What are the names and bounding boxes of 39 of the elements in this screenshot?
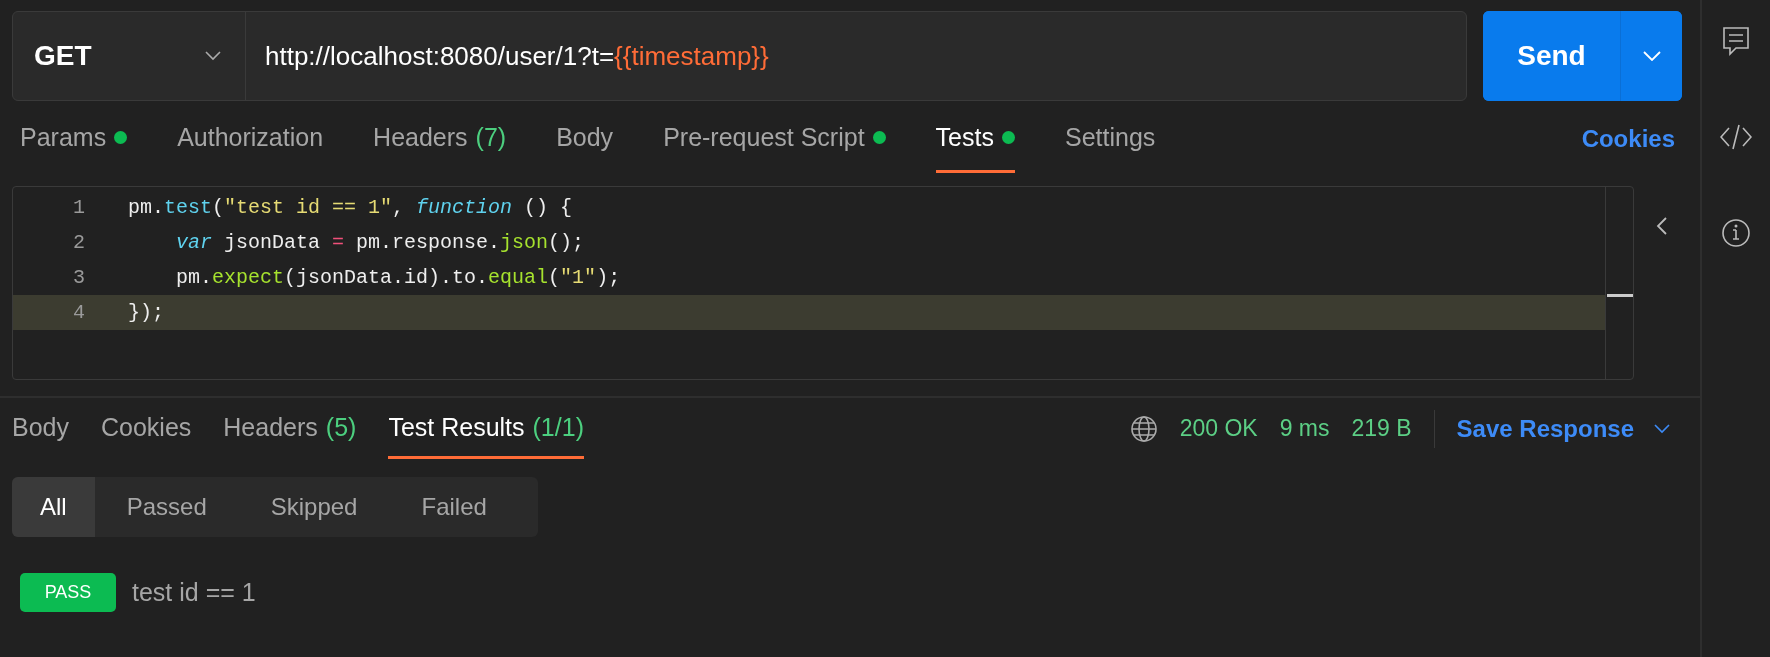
response-time[interactable]: 9 ms: [1279, 415, 1330, 442]
request-tab[interactable]: Headers (7): [373, 105, 507, 173]
request-tab[interactable]: Body: [556, 105, 614, 173]
filter-tab[interactable]: Failed: [389, 477, 519, 537]
status-badge: PASS: [20, 573, 116, 612]
code-editor[interactable]: 1 pm.test("test id == 1", function () { 2 var jsonData = pm.response.json(); 3 pm.expect(jsonData.id).to.equal("1"); 4 });: [12, 186, 1634, 380]
code-line: });: [128, 301, 164, 324]
status-code[interactable]: 200 OK: [1179, 415, 1258, 442]
chevron-left-icon[interactable]: [1656, 216, 1668, 236]
chevron-down-icon: [1642, 51, 1661, 61]
save-response-button[interactable]: Save Response: [1456, 414, 1670, 443]
request-tab[interactable]: Params: [20, 105, 128, 173]
line-number: 2: [72, 231, 85, 254]
line-number: 1: [72, 196, 85, 219]
code-line: pm.test("test id == 1", function () {: [128, 196, 573, 219]
scroll-marker: [1607, 294, 1633, 297]
info-icon[interactable]: [1721, 218, 1751, 248]
chevron-down-icon: [1654, 423, 1670, 434]
code-line: var jsonData = pm.response.json();: [175, 231, 585, 254]
response-size[interactable]: 219 B: [1351, 415, 1412, 442]
response-tab[interactable]: Body: [12, 398, 69, 459]
response-tab[interactable]: Cookies: [101, 398, 192, 459]
filter-tab[interactable]: All: [12, 477, 95, 537]
globe-icon[interactable]: [1129, 414, 1158, 443]
code-icon[interactable]: [1720, 124, 1752, 150]
comment-icon[interactable]: [1722, 26, 1750, 56]
line-number: 4: [72, 301, 85, 324]
filter-tab[interactable]: Passed: [94, 477, 239, 537]
cookies-link[interactable]: Cookies: [1581, 125, 1675, 153]
request-tab[interactable]: Settings: [1064, 105, 1156, 173]
response-tab[interactable]: Headers (5): [223, 398, 357, 459]
request-tab[interactable]: Authorization: [177, 105, 324, 173]
request-tab[interactable]: Pre-request Script: [663, 105, 886, 173]
filter-tab[interactable]: Skipped: [238, 477, 390, 537]
request-tab[interactable]: Tests: [935, 105, 1015, 173]
response-tab[interactable]: Test Results (1/1): [388, 398, 584, 459]
test-name: test id == 1: [132, 578, 256, 607]
line-number: 3: [72, 266, 85, 289]
code-line: pm.expect(jsonData.id).to.equal("1");: [175, 266, 621, 289]
